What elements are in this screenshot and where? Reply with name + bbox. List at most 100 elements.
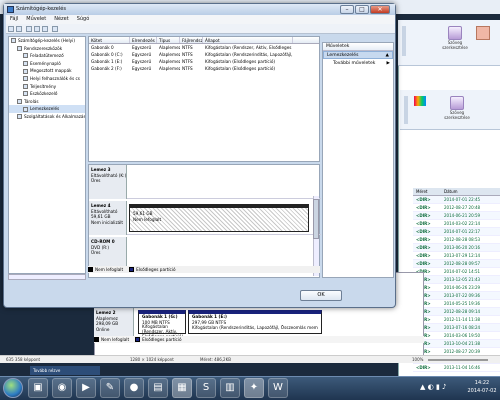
column-filesystem[interactable]: Fájlrendszer bbox=[180, 37, 203, 43]
disk-2-info[interactable]: Lemez 2 Alaplemez 298,09 GB Online bbox=[94, 308, 134, 336]
unallocated-partition[interactable]: 59,61 GB Nem lefoglalt bbox=[129, 204, 309, 232]
table-row[interactable]: Gabonák 1 (E:) Egyszerű Alaplemez NTFS Kifog… bbox=[89, 58, 319, 65]
file-row[interactable]: <DIR> 2014-07-01 22:17 bbox=[413, 228, 500, 236]
word-icon[interactable]: W bbox=[268, 378, 288, 398]
table-row[interactable]: Gabonák 0 (C:) Egyszerű Alaplemez NTFS Kifog… bbox=[89, 51, 319, 58]
calculator-icon[interactable]: ▥ bbox=[220, 378, 240, 398]
tree-item[interactable]: Rendszereszközök bbox=[9, 45, 85, 53]
system-tray[interactable]: ▲ ◐ ▮ ♪ bbox=[420, 382, 460, 392]
maximize-button[interactable]: □ bbox=[355, 5, 369, 14]
text-edit-icon-2[interactable] bbox=[450, 96, 464, 110]
file-date: 2013-10-04 21:38 bbox=[444, 341, 481, 346]
file-row[interactable]: <DIR> 2013-06-20 20:16 bbox=[413, 244, 500, 252]
text-edit-icon[interactable] bbox=[448, 26, 462, 40]
partition-e[interactable]: Gabonák 1 (E:) 297,99 GB NTFS Kifogástal… bbox=[188, 310, 322, 334]
image-statusbar: 635 358 képpont 1280 × 1024 képpont Mére… bbox=[0, 355, 500, 363]
column-layout[interactable]: Elrendezés bbox=[130, 37, 157, 43]
tree-item[interactable]: Szolgáltatások és Alkalmazás bbox=[9, 113, 85, 121]
blue-swatch-icon bbox=[129, 267, 135, 272]
file-row[interactable]: <DIR>2014-07-02 14:51 bbox=[413, 268, 500, 276]
folder-icon[interactable]: ▤ bbox=[148, 378, 168, 398]
forward-icon[interactable] bbox=[16, 26, 22, 32]
tree-item[interactable]: Teljesítmény bbox=[9, 83, 85, 91]
menu-action[interactable]: Művelet bbox=[22, 15, 50, 24]
file-row[interactable]: <DIR>2013-10-04 21:38 bbox=[413, 340, 500, 348]
file-row[interactable]: <DIR> 2014-03-02 22:14 bbox=[413, 220, 500, 228]
properties-icon[interactable] bbox=[34, 26, 40, 32]
tree-node-icon bbox=[23, 91, 28, 97]
up-icon[interactable] bbox=[26, 26, 32, 32]
actions-selected[interactable]: Lemezkezelés ▲ bbox=[323, 51, 393, 59]
tree-horizontal-scrollbar[interactable] bbox=[8, 274, 86, 280]
window-title: Számítógép-kezelés bbox=[16, 6, 66, 12]
disk-3-info[interactable]: Lemez 3 Eltávolítható (K:) Üres bbox=[89, 165, 127, 199]
file-date: 2012-08-28 08:53 bbox=[444, 237, 481, 242]
taskbar-thumbnail-label[interactable]: Tovább nézve bbox=[30, 366, 100, 375]
tree-item[interactable]: Megosztott mappák bbox=[9, 67, 85, 75]
menu-file[interactable]: Fájl bbox=[6, 15, 22, 24]
collapse-icon[interactable]: ▲ bbox=[386, 52, 389, 58]
tree-node-icon bbox=[17, 99, 22, 105]
tree-item[interactable]: Számítógép-kezelés (Helyi) bbox=[9, 37, 85, 45]
back-icon[interactable] bbox=[8, 26, 14, 32]
date-column-header[interactable]: Dátum bbox=[441, 188, 500, 195]
minimize-button[interactable]: – bbox=[340, 5, 354, 14]
file-row[interactable]: <DIR>2013-07-16 08:24 bbox=[413, 324, 500, 332]
ok-button[interactable]: OK bbox=[300, 290, 342, 301]
tree-item-label: Szolgáltatások és Alkalmazás bbox=[24, 113, 86, 119]
file-row[interactable]: <DIR>2014-05-25 19:36 bbox=[413, 300, 500, 308]
file-row[interactable]: <DIR> 2012-08-28 09:57 bbox=[413, 260, 500, 268]
file-row[interactable]: <DIR>2013-07-22 09:36 bbox=[413, 292, 500, 300]
file-row[interactable]: <DIR>2014-03-06 19:50 bbox=[413, 332, 500, 340]
file-row[interactable]: <DIR>2014-06-26 23:29 bbox=[413, 284, 500, 292]
menu-view[interactable]: Nézet bbox=[50, 15, 72, 24]
partition-line: Nem lefoglalt bbox=[133, 216, 162, 222]
tree-item[interactable]: Helyi felhasználók és cs bbox=[9, 75, 85, 83]
table-cell: Egyszerű bbox=[132, 66, 152, 71]
zoom-slider[interactable] bbox=[428, 359, 488, 361]
firefox-icon[interactable]: ◉ bbox=[52, 378, 72, 398]
skype-icon[interactable]: S bbox=[196, 378, 216, 398]
menu-help[interactable]: Súgó bbox=[73, 15, 94, 24]
file-row[interactable]: <DIR> 2013-11-04 16:46 bbox=[413, 364, 500, 372]
table-row[interactable]: Gabonák 0 Egyszerű Alaplemez NTFS Kifogástal… bbox=[89, 44, 319, 51]
close-button[interactable]: ✕ bbox=[370, 5, 390, 14]
media-player-icon[interactable]: ▶ bbox=[76, 378, 96, 398]
tree-node-icon bbox=[11, 38, 16, 44]
explorer-icon[interactable]: ▣ bbox=[28, 378, 48, 398]
tree-item[interactable]: Eszközkezelő bbox=[9, 90, 85, 98]
file-row[interactable]: <DIR> 2014-06-21 20:59 bbox=[413, 212, 500, 220]
disk-map-scroll-thumb[interactable] bbox=[313, 199, 319, 239]
column-status[interactable]: Állapot bbox=[203, 37, 293, 43]
file-row[interactable]: <DIR>2013-12-05 21:43 bbox=[413, 276, 500, 284]
chrome-icon[interactable]: ● bbox=[124, 378, 144, 398]
computer-management-icon[interactable]: ▦ bbox=[172, 378, 192, 398]
file-row[interactable]: <DIR>2012-11-14 11:38 bbox=[413, 316, 500, 324]
start-button[interactable] bbox=[3, 378, 23, 398]
tree-item[interactable]: Tárolás bbox=[9, 98, 85, 106]
file-row[interactable]: <DIR> 2013-07-29 12:14 bbox=[413, 252, 500, 260]
file-row[interactable]: <DIR> 2012-08-28 08:53 bbox=[413, 236, 500, 244]
notepad-icon[interactable]: ✎ bbox=[100, 378, 120, 398]
toolbar bbox=[6, 24, 395, 34]
file-size: <DIR> bbox=[416, 205, 431, 210]
column-type[interactable]: Típus bbox=[157, 37, 180, 43]
more-actions[interactable]: További műveletek ▶ bbox=[323, 59, 393, 68]
file-row[interactable]: <DIR> 2012-08-27 20:48 bbox=[413, 204, 500, 212]
cdrom-state: Üres bbox=[91, 250, 101, 255]
file-row[interactable]: <DIR>2012-08-28 09:14 bbox=[413, 308, 500, 316]
paint-icon[interactable]: ✦ bbox=[244, 378, 264, 398]
view-icon[interactable] bbox=[52, 26, 58, 32]
column-volume[interactable]: Kötet bbox=[89, 37, 130, 43]
help-icon[interactable] bbox=[42, 26, 48, 32]
size-column-header[interactable]: Méret bbox=[413, 188, 441, 195]
table-row[interactable]: Gabonák 2 (F:) Egyszerű Alaplemez NTFS Kifog… bbox=[89, 65, 319, 72]
partition-g[interactable]: Gabonák 1 (G:) 100 MB NTFS Kifogástalan … bbox=[138, 310, 186, 339]
file-row[interactable]: <DIR> 2014-07-01 22:45 bbox=[413, 196, 500, 204]
tree-item[interactable]: Eseménynapló bbox=[9, 60, 85, 68]
disk-4-info[interactable]: Lemez 4 Eltávolítható 59,61 GB Nem inici… bbox=[89, 201, 127, 235]
volume-list-header: Kötet Elrendezés Típus Fájlrendszer Álla… bbox=[89, 37, 319, 44]
tree-item[interactable]: Lemezkezelés bbox=[9, 105, 85, 113]
clock[interactable]: 14:22 2014-07-02 bbox=[466, 379, 498, 397]
tree-item[interactable]: Feladatütemező bbox=[9, 52, 85, 60]
